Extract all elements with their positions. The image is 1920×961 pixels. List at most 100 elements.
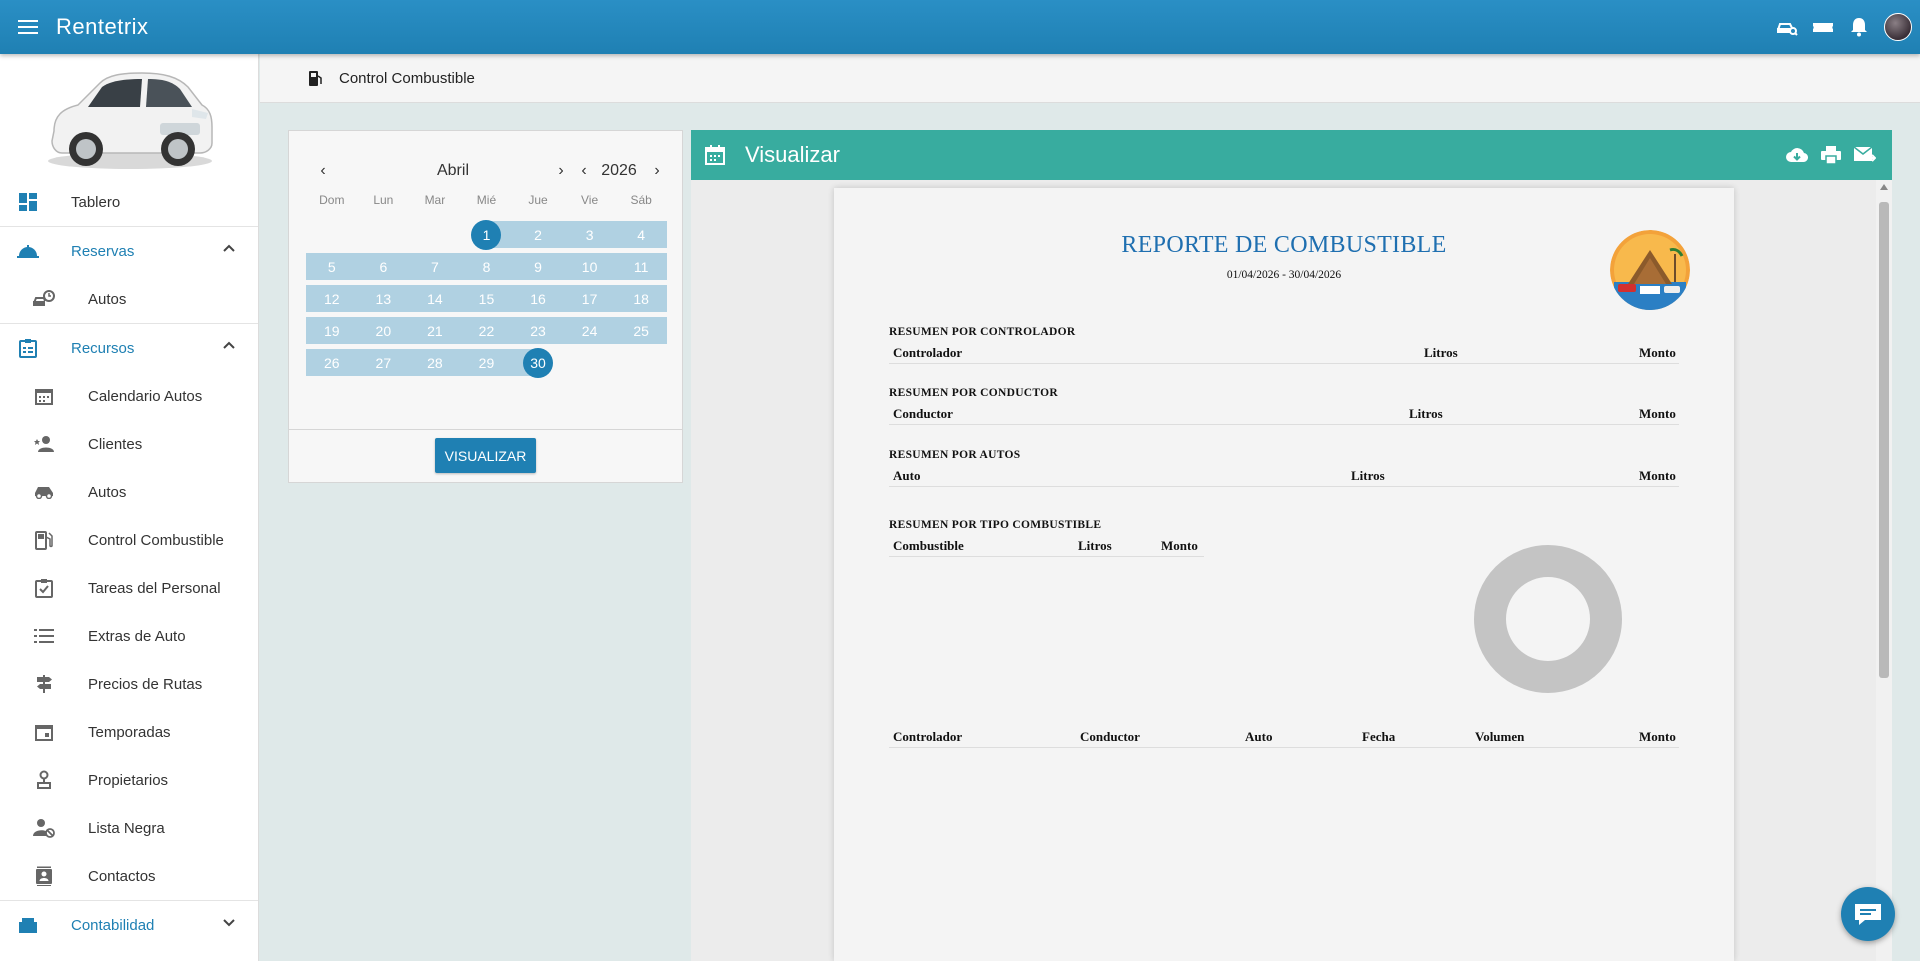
viewer-panel: Visualizar REPORTE DE COMBUSTIBLE 01/04/… — [691, 130, 1892, 961]
prev-month-button[interactable]: ‹ — [315, 159, 331, 183]
bell-service-icon — [17, 240, 39, 262]
owner-icon — [33, 769, 55, 791]
next-year-button[interactable]: › — [649, 159, 665, 183]
sidebar-item-temporadas[interactable]: Temporadas — [0, 708, 258, 756]
calendar-day-number: 5 — [327, 258, 336, 275]
weekday-label: Lun — [373, 193, 394, 207]
visualizar-button[interactable]: VISUALIZAR — [435, 438, 536, 473]
sidebar-item-contactos[interactable]: Contactos — [0, 852, 258, 900]
calendar-day-25[interactable]: 25 — [615, 317, 667, 344]
calendar-day-22[interactable]: 22 — [460, 317, 513, 344]
calendar-day-4[interactable]: 4 — [615, 221, 667, 248]
calendar-day-number: 19 — [323, 322, 340, 339]
calendar-icon — [33, 385, 55, 407]
calendar-header: ‹ Abril › ‹ 2026 › — [289, 159, 682, 183]
menu-button[interactable] — [0, 0, 56, 54]
sidebar-item-lista-negra[interactable]: Lista Negra — [0, 804, 258, 852]
sidebar-item-autos[interactable]: Autos — [0, 468, 258, 516]
sidebar-item-propietarios[interactable]: Propietarios — [0, 756, 258, 804]
sidebar-item-tareas-personal[interactable]: Tareas del Personal — [0, 564, 258, 612]
dashboard-icon — [17, 191, 39, 213]
calendar-month[interactable]: Abril — [393, 159, 513, 183]
sidebar-item-calendario-autos[interactable]: Calendario Autos — [0, 372, 258, 420]
accounting-icon — [17, 914, 39, 936]
calendar-day-23[interactable]: 23 — [512, 317, 564, 344]
section-title: RESUMEN POR CONDUCTOR — [889, 387, 1059, 399]
calendar-day-19[interactable]: 19 — [306, 317, 358, 344]
fuel-type-donut-chart — [1474, 545, 1622, 693]
calendar-icon — [705, 144, 727, 166]
calendar-day-7[interactable]: 7 — [409, 253, 461, 280]
sidebar-group-reservas[interactable]: Reservas — [0, 227, 258, 275]
calendar-day-12[interactable]: 12 — [306, 285, 358, 312]
email-send-icon[interactable] — [1854, 144, 1876, 166]
column-header: Litros — [1078, 538, 1112, 553]
signpost-icon — [33, 673, 55, 695]
next-month-button[interactable]: › — [553, 159, 569, 183]
car-clock-icon — [33, 288, 55, 310]
calendar-day-number: 10 — [581, 258, 598, 275]
car-search-icon[interactable] — [1776, 16, 1798, 38]
calendar-day-number: 2 — [534, 226, 542, 243]
viewer-actions — [1786, 144, 1876, 166]
calendar-empty-cell — [358, 221, 410, 248]
chat-button[interactable] — [1841, 887, 1895, 941]
fuel-icon — [308, 69, 326, 87]
calendar-day-number: 12 — [323, 290, 340, 307]
chevron-up-icon — [223, 341, 235, 349]
calendar-day-13[interactable]: 13 — [357, 285, 410, 312]
calendar-day-26[interactable]: 26 — [306, 349, 358, 376]
avatar[interactable] — [1884, 13, 1912, 41]
calendar-day-number: 30 — [523, 347, 554, 378]
calendar-day-2[interactable]: 2 — [512, 221, 564, 248]
calendar-day-11[interactable]: 11 — [615, 253, 667, 280]
calendar-day-16[interactable]: 16 — [512, 285, 564, 312]
sidebar-item-tablero[interactable]: Tablero — [0, 178, 258, 226]
sidebar-item-label: Temporadas — [88, 723, 171, 741]
sidebar-item-precios-rutas[interactable]: Precios de Rutas — [0, 660, 258, 708]
calendar-day-6[interactable]: 6 — [357, 253, 410, 280]
calendar-day-8[interactable]: 8 — [460, 253, 513, 280]
calendar-day-number: 26 — [323, 354, 340, 371]
calendar-day-17[interactable]: 17 — [563, 285, 616, 312]
sidebar-item-label: Recursos — [71, 339, 135, 357]
column-header: Combustible — [893, 538, 964, 553]
sidebar-item-clientes[interactable]: Clientes — [0, 420, 258, 468]
scrollbar-thumb[interactable] — [1879, 202, 1889, 678]
calendar-day-10[interactable]: 10 — [563, 253, 616, 280]
chevron-up-icon — [223, 244, 235, 252]
calendar-day-3[interactable]: 3 — [563, 221, 616, 248]
prev-year-button[interactable]: ‹ — [576, 159, 592, 183]
sidebar-item-extras-auto[interactable]: Extras de Auto — [0, 612, 258, 660]
sidebar-item-label: Clientes — [88, 435, 143, 453]
calendar-year[interactable]: 2026 — [594, 159, 644, 183]
viewer-scrollbar[interactable] — [1876, 180, 1892, 961]
calendar-day-14[interactable]: 14 — [409, 285, 461, 312]
calendar-day-9[interactable]: 9 — [512, 253, 564, 280]
sidebar-group-recursos[interactable]: Recursos — [0, 324, 258, 372]
calendar-day-20[interactable]: 20 — [357, 317, 410, 344]
calendar-day-15[interactable]: 15 — [460, 285, 513, 312]
sidebar-group-contabilidad[interactable]: Contabilidad — [0, 901, 258, 949]
calendar-day-27[interactable]: 27 — [357, 349, 410, 376]
scroll-up-arrow[interactable] — [1880, 184, 1888, 190]
calendar-day-29[interactable]: 29 — [460, 349, 513, 376]
calendar-day-28[interactable]: 28 — [409, 349, 461, 376]
calendar-day-30[interactable]: 30 — [512, 347, 564, 378]
calendar-day-5[interactable]: 5 — [306, 253, 358, 280]
bell-icon[interactable] — [1848, 16, 1870, 38]
calendar-day-21[interactable]: 21 — [409, 317, 461, 344]
print-icon[interactable] — [1820, 144, 1842, 166]
calendar-day-18[interactable]: 18 — [615, 285, 667, 312]
calendar-week-row: 1 2 3 4 — [306, 219, 667, 250]
calendar-day-24[interactable]: 24 — [563, 317, 616, 344]
sidebar-item-control-combustible[interactable]: Control Combustible — [0, 516, 258, 564]
column-header: Fecha — [1362, 729, 1396, 744]
sidebar: Tablero Reservas Autos Recursos Calendar… — [0, 54, 259, 961]
calendar-day-1[interactable]: 1 — [460, 219, 513, 250]
download-icon[interactable] — [1786, 144, 1808, 166]
column-header: Monto — [1639, 729, 1676, 744]
ticket-icon[interactable] — [1812, 16, 1834, 38]
sidebar-item-reservas-autos[interactable]: Autos — [0, 275, 258, 323]
app-title: Rentetrix — [56, 14, 149, 39]
